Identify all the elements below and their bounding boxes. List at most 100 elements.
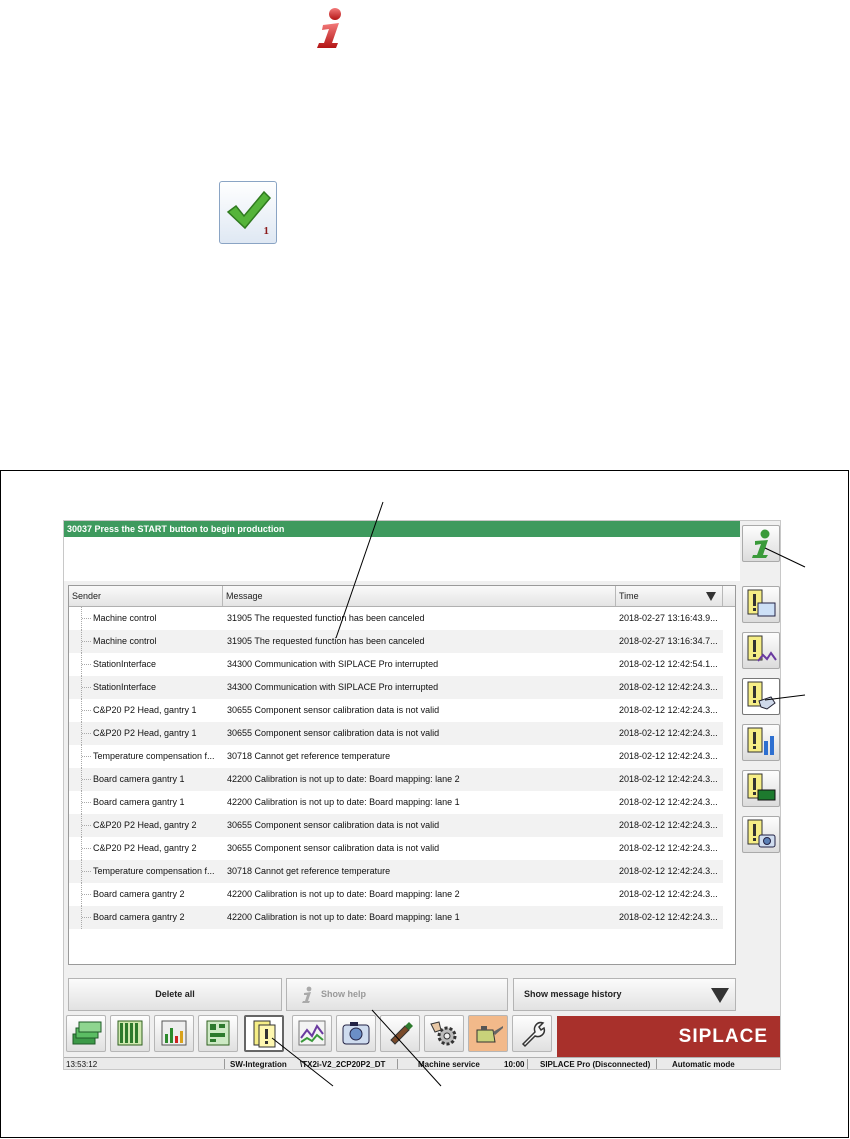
taskbar-oil-can-button[interactable]	[468, 1015, 508, 1052]
taskbar-messages-button[interactable]	[244, 1015, 284, 1052]
message-table[interactable]: Sender Message Time Machine control 31905…	[68, 585, 736, 965]
taskbar-production-button[interactable]	[66, 1015, 106, 1052]
column-header-sender[interactable]: Sender	[69, 586, 223, 606]
cell-time: 2018-02-12 12:42:24.3...	[619, 797, 718, 807]
cell-time: 2018-02-12 12:42:24.3...	[619, 866, 718, 876]
cell-message: 30655 Component sensor calibration data …	[227, 705, 440, 715]
cell-time: 2018-02-27 13:16:43.9...	[619, 613, 718, 623]
taskbar-wrench-button[interactable]	[512, 1015, 552, 1052]
table-row[interactable]: Board camera gantry 1 42200 Calibration i…	[69, 791, 723, 814]
table-row[interactable]: StationInterface 34300 Communication with…	[69, 653, 723, 676]
cell-sender: Board camera gantry 1	[93, 797, 185, 807]
table-row[interactable]: Board camera gantry 2 42200 Calibration i…	[69, 906, 723, 929]
cell-message: 30655 Component sensor calibration data …	[227, 820, 440, 830]
cell-message: 30718 Cannot get reference temperature	[227, 751, 391, 761]
cell-time: 2018-02-12 12:42:24.3...	[619, 774, 718, 784]
sidebar-messages-battery-button[interactable]	[742, 770, 780, 807]
show-message-history-button[interactable]: Show message history	[513, 978, 736, 1011]
cell-sender: Board camera gantry 1	[93, 774, 185, 784]
status-bar: 13:53:12 SW-Integration \TX2i-V2_2CP20P2…	[64, 1057, 780, 1069]
taskbar-feeder-grid-button[interactable]	[110, 1015, 150, 1052]
table-row[interactable]: StationInterface 34300 Communication with…	[69, 676, 723, 699]
sidebar-messages-bars-button[interactable]	[742, 724, 780, 761]
table-row[interactable]: Board camera gantry 1 42200 Calibration i…	[69, 768, 723, 791]
delete-all-button[interactable]: Delete all	[68, 978, 282, 1011]
status-banner: 30037 Press the START button to begin pr…	[64, 521, 740, 537]
feeder-grid-icon	[117, 1020, 143, 1046]
board-layout-icon	[206, 1020, 230, 1046]
message-detail-area	[64, 537, 740, 581]
cell-message: 42200 Calibration is not up to date: Boa…	[227, 912, 460, 922]
dropdown-arrow-icon	[711, 988, 729, 1003]
cell-sender: C&P20 P2 Head, gantry 2	[93, 820, 197, 830]
sidebar-messages-monitor-button[interactable]	[742, 586, 780, 623]
tree-connector	[81, 768, 93, 791]
tree-connector	[81, 745, 93, 768]
cell-time: 2018-02-12 12:42:24.3...	[619, 820, 718, 830]
cell-sender: C&P20 P2 Head, gantry 2	[93, 843, 197, 853]
cell-message: 42200 Calibration is not up to date: Boa…	[227, 797, 460, 807]
table-row[interactable]: C&P20 P2 Head, gantry 1 30655 Component s…	[69, 722, 723, 745]
cell-message: 42200 Calibration is not up to date: Boa…	[227, 889, 460, 899]
component-icon	[390, 1022, 413, 1045]
status-station: SW-Integration	[230, 1060, 287, 1069]
sort-descending-icon[interactable]	[706, 592, 716, 601]
green-info-icon	[752, 529, 770, 558]
tree-connector	[81, 860, 93, 883]
settings-hand-icon	[430, 1021, 457, 1046]
cell-message: 34300 Communication with SIPLACE Pro int…	[227, 659, 439, 669]
tree-connector	[81, 607, 93, 630]
taskbar-bar-chart-button[interactable]	[154, 1015, 194, 1052]
tree-connector	[81, 791, 93, 814]
taskbar-settings-hand-button[interactable]	[424, 1015, 464, 1052]
cell-sender: Temperature compensation f...	[93, 866, 215, 876]
sidebar-info-button[interactable]	[742, 525, 780, 562]
messages-icon	[253, 1020, 276, 1048]
taskbar-board-layout-button[interactable]	[198, 1015, 238, 1052]
tree-connector	[81, 837, 93, 860]
table-row[interactable]: C&P20 P2 Head, gantry 2 30655 Component s…	[69, 837, 723, 860]
table-row[interactable]: C&P20 P2 Head, gantry 2 30655 Component s…	[69, 814, 723, 837]
taskbar-line-chart-button[interactable]	[292, 1015, 332, 1052]
siplace-logo: SIPLACE	[557, 1016, 780, 1058]
cell-time: 2018-02-12 12:42:24.3...	[619, 682, 718, 692]
cell-message: 42200 Calibration is not up to date: Boa…	[227, 774, 460, 784]
tree-connector	[81, 883, 93, 906]
tree-connector	[81, 653, 93, 676]
table-row[interactable]: Machine control 31905 The requested funct…	[69, 630, 723, 653]
cell-sender: StationInterface	[93, 659, 157, 669]
tree-connector	[81, 699, 93, 722]
cell-time: 2018-02-12 12:42:24.3...	[619, 843, 718, 853]
messages-chart-icon	[747, 635, 777, 662]
sidebar-messages-hand-button[interactable]	[742, 678, 780, 715]
table-row[interactable]: Board camera gantry 2 42200 Calibration i…	[69, 883, 723, 906]
table-row[interactable]: Temperature compensation f... 30718 Canno…	[69, 860, 723, 883]
column-header-message[interactable]: Message	[223, 586, 616, 606]
acknowledge-check-button[interactable]: 1	[219, 181, 277, 244]
action-button-bar: Delete all Show help Show message histor…	[64, 969, 740, 1011]
sidebar-messages-camera-button[interactable]	[742, 816, 780, 853]
sidebar-messages-chart-button[interactable]	[742, 632, 780, 669]
taskbar-component-button[interactable]	[380, 1015, 420, 1052]
cell-sender: Machine control	[93, 613, 157, 623]
taskbar-camera-button[interactable]	[336, 1015, 376, 1052]
show-help-button[interactable]: Show help	[286, 978, 508, 1011]
messages-monitor-icon	[747, 589, 776, 617]
messages-battery-icon	[747, 773, 776, 801]
oil-can-icon	[476, 1026, 503, 1043]
table-row[interactable]: Machine control 31905 The requested funct…	[69, 607, 723, 630]
cell-message: 30718 Cannot get reference temperature	[227, 866, 391, 876]
cell-message: 31905 The requested function has been ca…	[227, 613, 425, 623]
delete-all-label: Delete all	[155, 989, 195, 999]
bar-chart-icon	[161, 1020, 187, 1046]
tree-connector	[81, 630, 93, 653]
table-row[interactable]: Temperature compensation f... 30718 Canno…	[69, 745, 723, 768]
cell-sender: Board camera gantry 2	[93, 912, 185, 922]
show-help-label: Show help	[321, 989, 366, 999]
siplace-app-window: 30037 Press the START button to begin pr…	[63, 520, 781, 1070]
messages-bars-icon	[747, 727, 774, 755]
column-header-time[interactable]: Time	[616, 586, 723, 606]
cell-time: 2018-02-27 13:16:34.7...	[619, 636, 718, 646]
table-header: Sender Message Time	[69, 586, 735, 607]
table-row[interactable]: C&P20 P2 Head, gantry 1 30655 Component s…	[69, 699, 723, 722]
